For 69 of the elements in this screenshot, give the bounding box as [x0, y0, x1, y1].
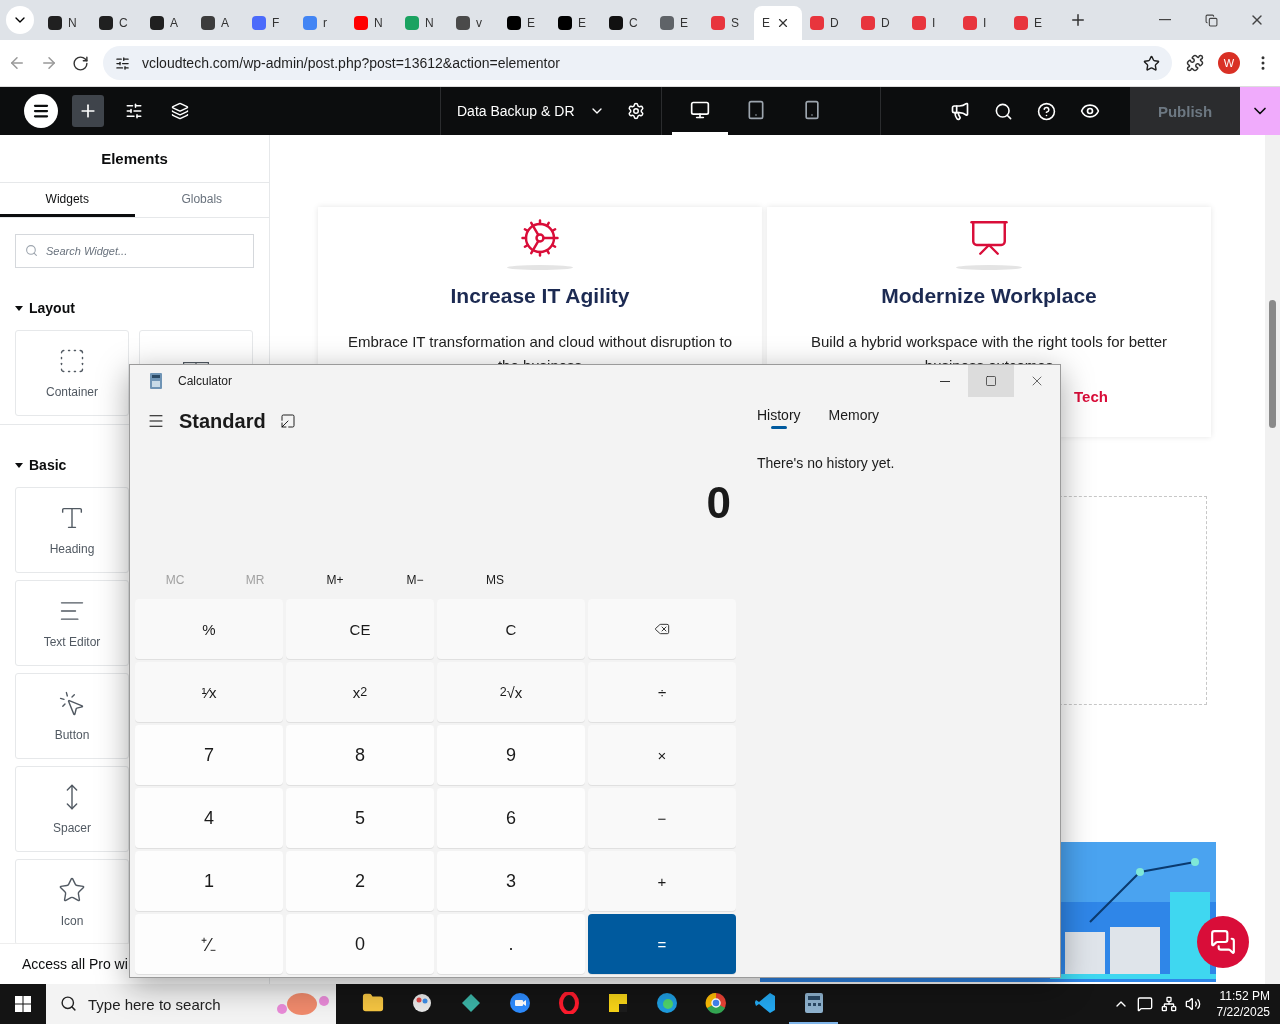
calculator-key[interactable]: 4	[135, 788, 283, 848]
browser-tab[interactable]: E	[652, 6, 703, 40]
browser-tab[interactable]: D	[802, 6, 853, 40]
browser-tab[interactable]: I	[904, 6, 955, 40]
calculator-key[interactable]: −	[588, 788, 736, 848]
browser-tab[interactable]: F	[244, 6, 295, 40]
browser-tab[interactable]: A	[142, 6, 193, 40]
browser-tab[interactable]: D	[853, 6, 904, 40]
panel-tab[interactable]: Memory	[828, 407, 880, 429]
calculator-key[interactable]: ×	[588, 725, 736, 785]
browser-tab[interactable]: C	[601, 6, 652, 40]
panel-tab[interactable]: Widgets	[0, 183, 135, 217]
mode-title: Standard	[179, 409, 266, 433]
browser-tab[interactable]: E	[754, 6, 802, 40]
calculator-key[interactable]: 5	[286, 788, 434, 848]
widget-card[interactable]: Container	[15, 330, 129, 416]
browser-tab[interactable]: S	[703, 6, 754, 40]
calculator-key[interactable]: 2	[286, 851, 434, 911]
calculator-key[interactable]: ÷	[588, 662, 736, 722]
widget-card[interactable]: Spacer	[15, 766, 129, 852]
browser-tab[interactable]: I	[955, 6, 1006, 40]
browser-tab[interactable]: N	[346, 6, 397, 40]
clock[interactable]: 11:52 PM 7/22/2025	[1216, 988, 1270, 1020]
memory-button[interactable]: M−	[375, 572, 455, 588]
widget-card[interactable]: Text Editor	[15, 580, 129, 666]
profile-avatar[interactable]: W	[1218, 52, 1240, 74]
browser-tab[interactable]: E	[499, 6, 550, 40]
calculator-key[interactable]: %	[135, 599, 283, 659]
calculator-key[interactable]: CE	[286, 599, 434, 659]
browser-tab[interactable]: r	[295, 6, 346, 40]
calculator-key[interactable]: C	[437, 599, 585, 659]
section-header[interactable]: Basic	[15, 457, 67, 473]
browser-tab[interactable]: A	[193, 6, 244, 40]
url-text: vcloudtech.com/wp-admin/post.php?post=13612&action=elementor	[142, 55, 560, 71]
equals-key[interactable]: =	[588, 914, 736, 974]
calculator-key[interactable]: 3	[437, 851, 585, 911]
widget-card[interactable]: Heading	[15, 487, 129, 573]
calculator-key[interactable]: 7	[135, 725, 283, 785]
calculator-key[interactable]: 8	[286, 725, 434, 785]
calculator-key[interactable]: 6	[437, 788, 585, 848]
browser-tab[interactable]: C	[91, 6, 142, 40]
calculator-key[interactable]: 1	[135, 851, 283, 911]
browser-tab[interactable]: v	[448, 6, 499, 40]
panel-tab[interactable]: Globals	[134, 183, 269, 217]
browser-tab[interactable]: N	[397, 6, 448, 40]
calculator-key[interactable]: .	[437, 914, 585, 974]
calculator-key[interactable]: ¹⁄x	[135, 662, 283, 722]
memory-button[interactable]: M+	[295, 572, 375, 588]
empty-history-text: There's no history yet.	[757, 455, 896, 471]
calculator-key[interactable]: +	[588, 851, 736, 911]
calculator-display: 0	[705, 477, 732, 529]
card-title: Increase IT Agility	[450, 284, 630, 308]
calculator-key[interactable]: 9	[437, 725, 585, 785]
card-title: Modernize Workplace	[881, 284, 1097, 308]
widget-card[interactable]: Button	[15, 673, 129, 759]
panel-tab[interactable]: History	[757, 407, 801, 429]
memory-button[interactable]: MS	[455, 572, 535, 588]
address-bar[interactable]: vcloudtech.com/wp-admin/post.php?post=13612&action=elementor	[103, 46, 1172, 80]
panel-title: Elements	[0, 135, 269, 183]
taskbar-search-field[interactable]: Type here to search	[46, 984, 336, 1024]
calculator-key[interactable]: 0	[286, 914, 434, 974]
search-field[interactable]: Search Widget...	[15, 234, 254, 268]
browser-tab[interactable]: E	[550, 6, 601, 40]
window-title: Calculator	[178, 374, 233, 388]
browser-tab[interactable]: E	[1006, 6, 1057, 40]
card-link[interactable]: Tech	[1074, 388, 1108, 405]
browser-tab[interactable]: N	[40, 6, 91, 40]
section-header[interactable]: Layout	[15, 300, 75, 316]
page-title[interactable]: Data Backup & DR	[457, 103, 575, 119]
